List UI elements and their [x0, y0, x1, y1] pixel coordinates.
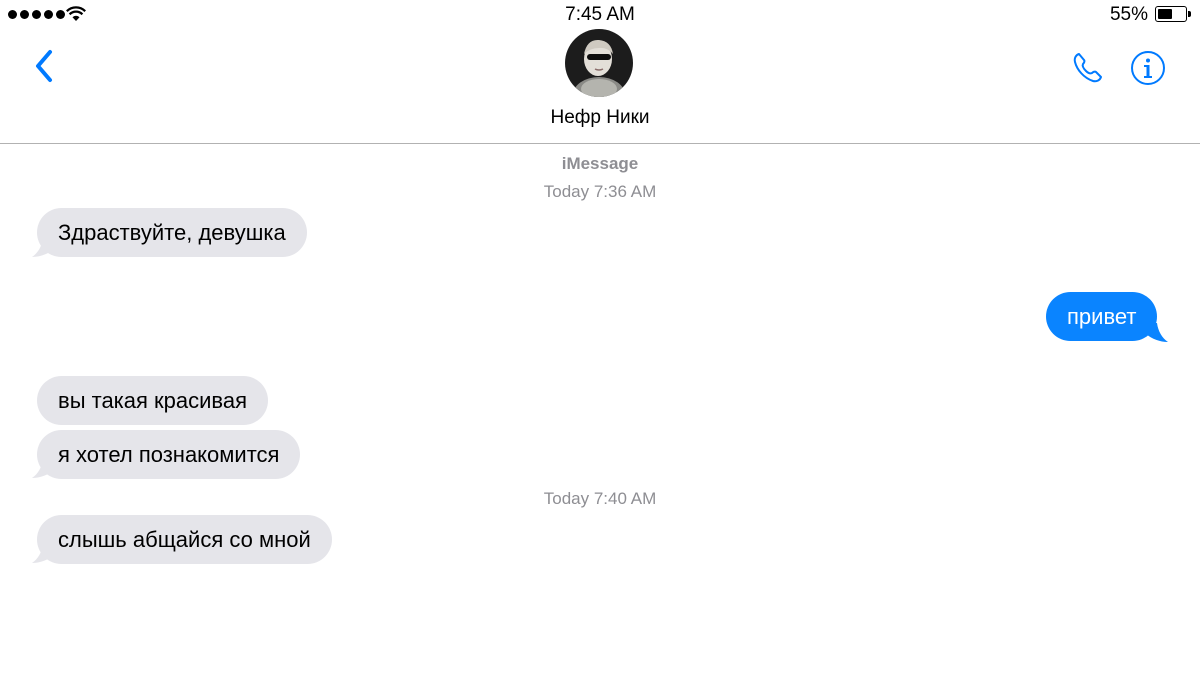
- conversation-header: Нефр Ники: [0, 29, 1200, 144]
- incoming-message[interactable]: Здраствуйте, девушка: [37, 208, 307, 257]
- phone-icon[interactable]: [1070, 50, 1106, 86]
- battery-icon: [1155, 6, 1191, 22]
- contact-avatar[interactable]: [565, 29, 633, 97]
- incoming-message[interactable]: я хотел познакомится: [37, 430, 301, 479]
- status-time: 7:45 AM: [565, 4, 635, 25]
- contact-name[interactable]: Нефр Ники: [0, 107, 1200, 129]
- service-label: iMessage: [561, 154, 639, 173]
- message-timestamp: Today 7:40 AM: [543, 489, 657, 508]
- battery-percentage: 55%: [1109, 4, 1148, 25]
- status-bar: 7:45 AM 55%: [0, 0, 1200, 30]
- message-timestamp: Today 7:36 AM: [543, 182, 657, 201]
- info-icon[interactable]: [1130, 50, 1166, 86]
- outgoing-message[interactable]: привет: [1046, 292, 1158, 341]
- incoming-message[interactable]: слышь абщайся со мной: [37, 515, 332, 564]
- chevron-left-icon[interactable]: [30, 48, 60, 84]
- incoming-message[interactable]: вы такая красивая: [37, 376, 269, 425]
